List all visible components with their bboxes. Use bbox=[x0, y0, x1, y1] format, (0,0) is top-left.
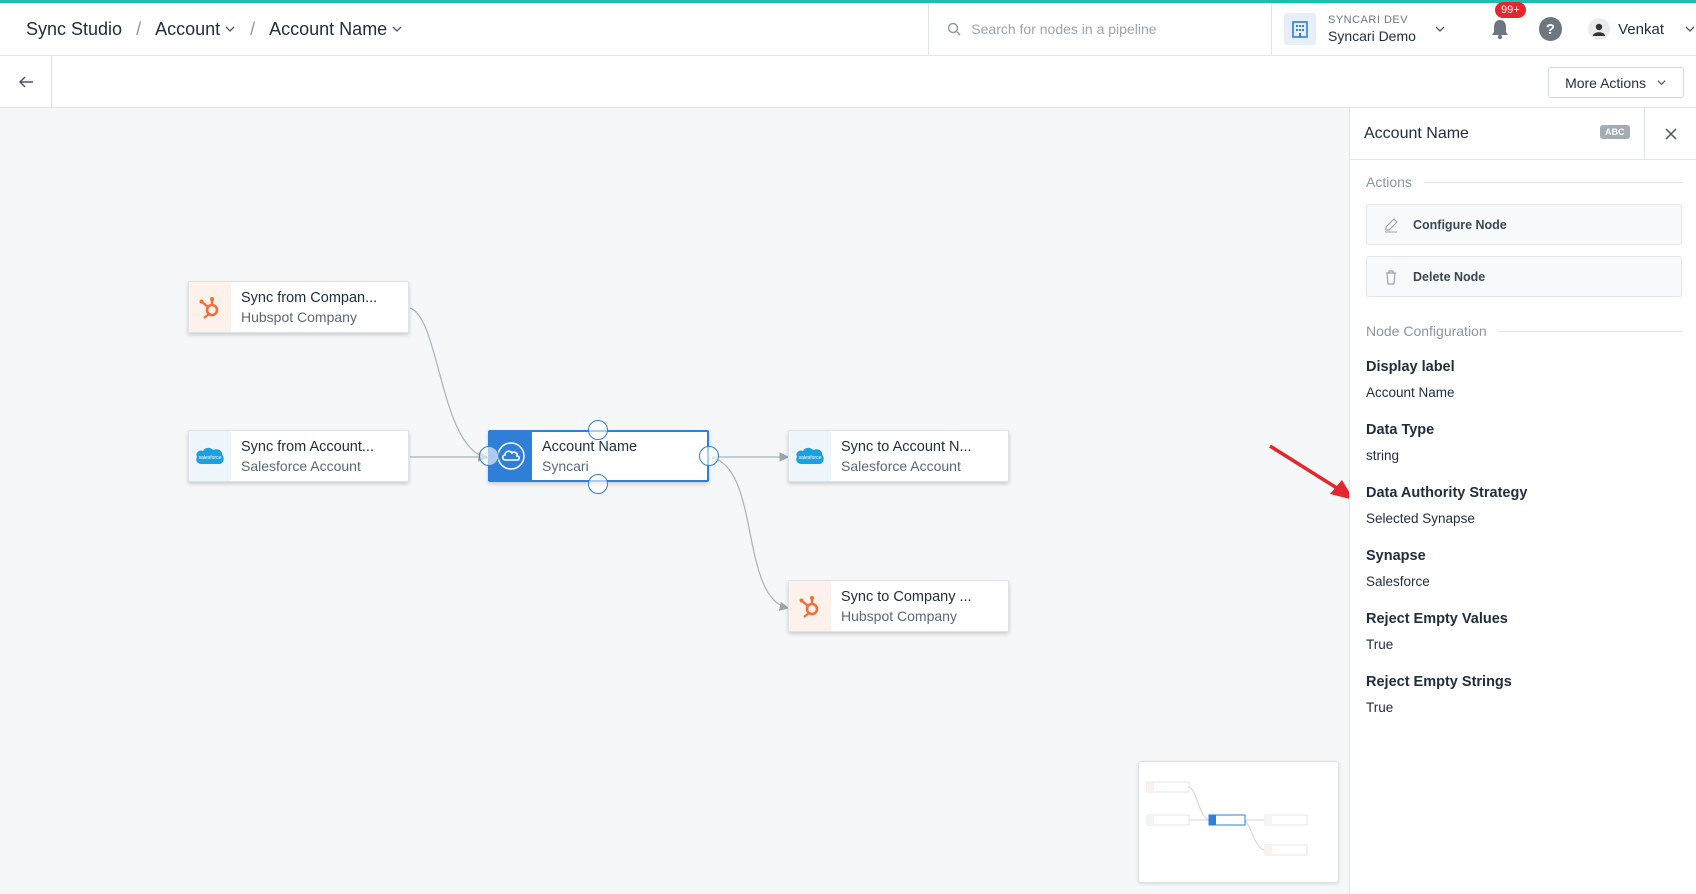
node-subtitle: Hubspot Company bbox=[241, 308, 357, 325]
notifications-button[interactable]: 99+ bbox=[1485, 2, 1526, 44]
pipeline-node-salesforce-target[interactable]: salesforce Sync to Account N... Salesfor… bbox=[788, 430, 1009, 482]
node-subtitle: Hubspot Company bbox=[841, 607, 957, 624]
breadcrumb-field-dropdown[interactable]: Account Name bbox=[269, 19, 403, 40]
org-environment: SYNCARI DEV bbox=[1328, 14, 1409, 26]
actions-heading-label: Actions bbox=[1366, 174, 1412, 190]
more-actions-button[interactable]: More Actions bbox=[1548, 67, 1684, 98]
config-heading-label: Node Configuration bbox=[1366, 323, 1487, 339]
pencil-icon bbox=[1385, 217, 1398, 232]
more-actions-label: More Actions bbox=[1565, 74, 1646, 91]
help-button[interactable]: ? bbox=[1538, 17, 1563, 41]
data-type-badge: ABC bbox=[1600, 125, 1630, 139]
pipeline-node-hubspot-target[interactable]: Sync to Company ... Hubspot Company bbox=[788, 580, 1009, 632]
breadcrumb: Sync Studio / Account / Account Name bbox=[0, 3, 930, 55]
breadcrumb-entity-dropdown[interactable]: Account bbox=[155, 19, 236, 40]
annotation-arrow bbox=[1269, 444, 1354, 500]
pipeline-node-salesforce-source[interactable]: salesforce Sync from Account... Salesfor… bbox=[188, 430, 409, 482]
search-input[interactable] bbox=[971, 21, 1252, 37]
chevron-down-icon bbox=[392, 26, 402, 32]
chevron-down-icon bbox=[1685, 26, 1695, 32]
node-port-top[interactable] bbox=[588, 420, 608, 440]
field-value: True bbox=[1366, 700, 1394, 715]
field-label: Reject Empty Strings bbox=[1366, 674, 1512, 690]
panel-header: Account Name ABC bbox=[1350, 108, 1696, 160]
trash-icon bbox=[1386, 269, 1396, 285]
delete-node-label: Delete Node bbox=[1413, 269, 1486, 284]
close-icon bbox=[1664, 128, 1677, 140]
pipeline-canvas[interactable]: Sync from Compan... Hubspot Company sale… bbox=[0, 108, 1349, 894]
arrow-left-icon bbox=[18, 76, 33, 88]
node-configuration-heading: Node Configuration bbox=[1350, 323, 1696, 339]
pipeline-toolbar: More Actions bbox=[0, 56, 1696, 108]
user-name: Venkat bbox=[1618, 20, 1664, 38]
svg-text:salesforce: salesforce bbox=[199, 455, 222, 461]
salesforce-icon: salesforce bbox=[789, 431, 831, 481]
field-reject-empty-values: Reject Empty Values True bbox=[1350, 611, 1696, 652]
node-port-output[interactable] bbox=[699, 446, 719, 466]
node-port-bottom[interactable] bbox=[588, 474, 608, 494]
node-title: Sync from Account... bbox=[241, 438, 374, 455]
field-value: True bbox=[1366, 637, 1394, 652]
edge-hubspot-to-account-name bbox=[409, 307, 489, 461]
field-reject-empty-strings: Reject Empty Strings True bbox=[1350, 674, 1696, 715]
node-port-input[interactable] bbox=[479, 446, 499, 466]
field-label: Reject Empty Values bbox=[1366, 611, 1508, 627]
chevron-down-icon bbox=[225, 26, 235, 32]
org-switcher[interactable]: SYNCARI DEV Syncari Demo bbox=[1272, 3, 1469, 55]
node-details-panel: Account Name ABC Actions Configure Node … bbox=[1349, 108, 1696, 894]
node-title: Sync from Compan... bbox=[241, 289, 378, 306]
avatar bbox=[1588, 18, 1611, 40]
field-label: Data Type bbox=[1366, 422, 1435, 438]
pipeline-node-hubspot-source[interactable]: Sync from Compan... Hubspot Company bbox=[188, 281, 409, 333]
back-button[interactable] bbox=[0, 56, 52, 108]
field-value: Account Name bbox=[1366, 385, 1455, 400]
user-menu[interactable]: Venkat bbox=[1588, 18, 1696, 40]
field-synapse: Synapse Salesforce bbox=[1350, 548, 1696, 589]
breadcrumb-separator: / bbox=[136, 18, 142, 39]
top-navigation-bar: Sync Studio / Account / Account Name SYN… bbox=[0, 0, 1696, 56]
delete-node-button[interactable]: Delete Node bbox=[1366, 256, 1682, 297]
minimap-preview bbox=[1146, 781, 1308, 856]
configure-node-button[interactable]: Configure Node bbox=[1366, 204, 1682, 245]
field-display-label: Display label Account Name bbox=[1350, 359, 1696, 400]
field-label: Synapse bbox=[1366, 548, 1426, 564]
salesforce-icon: salesforce bbox=[189, 431, 231, 481]
bell-icon bbox=[1491, 20, 1508, 40]
field-value: Selected Synapse bbox=[1366, 511, 1475, 526]
node-subtitle: Salesforce Account bbox=[241, 457, 361, 474]
breadcrumb-separator: / bbox=[250, 18, 256, 39]
field-data-authority-strategy: Data Authority Strategy Selected Synapse bbox=[1350, 485, 1696, 526]
close-panel-button[interactable] bbox=[1644, 108, 1696, 160]
hubspot-icon bbox=[789, 581, 831, 631]
chevron-down-icon bbox=[1435, 26, 1445, 32]
field-label: Data Authority Strategy bbox=[1366, 485, 1528, 501]
node-title: Sync to Account N... bbox=[841, 438, 972, 455]
chevron-down-icon bbox=[1657, 80, 1666, 86]
field-value: string bbox=[1366, 448, 1400, 463]
org-name: Syncari Demo bbox=[1328, 28, 1416, 44]
breadcrumb-entity-label: Account bbox=[155, 18, 221, 39]
field-data-type: Data Type string bbox=[1350, 422, 1696, 463]
breadcrumb-sync-studio[interactable]: Sync Studio bbox=[26, 19, 122, 40]
canvas-minimap[interactable] bbox=[1138, 761, 1339, 883]
svg-text:salesforce: salesforce bbox=[799, 455, 822, 461]
field-label: Display label bbox=[1366, 359, 1455, 375]
edge-account-name-to-hubspot bbox=[711, 457, 790, 611]
hubspot-icon bbox=[189, 282, 231, 332]
breadcrumb-field-label: Account Name bbox=[269, 18, 388, 39]
node-subtitle: Syncari bbox=[542, 457, 589, 474]
panel-title: Account Name bbox=[1364, 124, 1469, 142]
configure-node-label: Configure Node bbox=[1413, 217, 1507, 232]
actions-section-heading: Actions bbox=[1350, 174, 1696, 190]
node-title: Account Name bbox=[542, 438, 638, 455]
divider bbox=[1498, 330, 1682, 332]
node-search bbox=[929, 3, 1272, 55]
building-icon bbox=[1284, 13, 1316, 45]
divider bbox=[1423, 181, 1682, 183]
node-title: Sync to Company ... bbox=[841, 588, 972, 605]
search-icon bbox=[948, 22, 961, 36]
notification-count-badge: 99+ bbox=[1494, 2, 1526, 18]
field-value: Salesforce bbox=[1366, 574, 1430, 589]
node-subtitle: Salesforce Account bbox=[841, 457, 961, 474]
